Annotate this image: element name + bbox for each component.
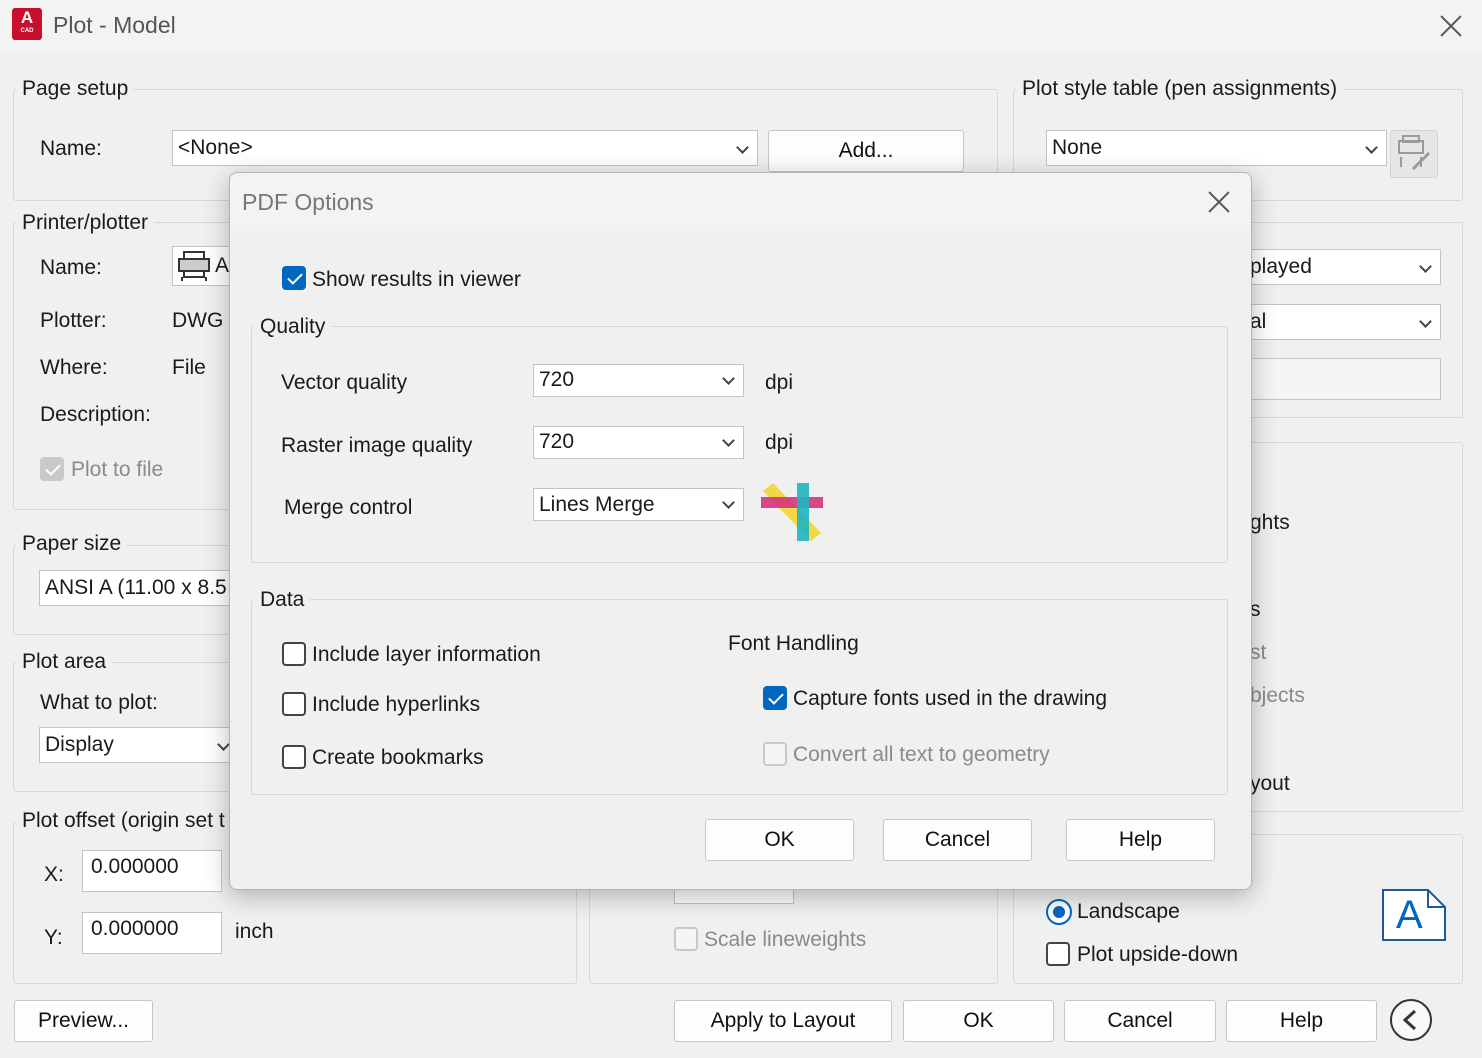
where-label: Where:: [40, 356, 108, 379]
chevron-down-icon: [1419, 315, 1432, 328]
page-setup-label: Page setup: [16, 77, 135, 101]
orientation-preview-icon: A: [1382, 889, 1446, 941]
printer-label: Printer/plotter: [16, 211, 155, 235]
autocad-app-icon: A CAD: [12, 8, 42, 40]
paper-size-dropdown[interactable]: ANSI A (11.00 x 8.5: [39, 570, 253, 606]
window-title: Plot - Model: [53, 12, 176, 38]
lines-merge-icon: [761, 483, 823, 541]
what-to-plot-dropdown[interactable]: Display: [39, 727, 239, 763]
include-hyperlinks-checkbox[interactable]: [282, 692, 306, 716]
merge-control-label: Merge control: [284, 496, 413, 519]
scale-lineweights-label: Scale lineweights: [704, 928, 867, 951]
dpi-field[interactable]: [1244, 358, 1441, 400]
landscape-radio[interactable]: [1046, 899, 1072, 925]
offset-y-input[interactable]: 0.000000: [82, 912, 222, 954]
offset-x-input[interactable]: 0.000000: [82, 850, 222, 892]
help-button[interactable]: Help: [1226, 1000, 1377, 1042]
chevron-down-icon: [722, 496, 735, 509]
page-setup-name-dropdown[interactable]: <None>: [172, 130, 758, 166]
collapse-options-button[interactable]: [1390, 999, 1432, 1041]
vector-quality-dropdown[interactable]: 720: [533, 364, 744, 397]
plot-area-label: Plot area: [16, 650, 113, 674]
plot-offset-label: Plot offset (origin set t: [16, 809, 231, 833]
chevron-down-icon: [217, 738, 230, 751]
plot-style-dropdown[interactable]: None: [1046, 130, 1387, 166]
pdf-options-title: PDF Options: [242, 189, 374, 215]
include-layer-info-label: Include layer information: [312, 643, 541, 666]
vector-quality-label: Vector quality: [281, 371, 408, 394]
where-value: File: [172, 356, 206, 379]
page-setup-name-label: Name:: [40, 137, 102, 160]
plot-to-file-label: Plot to file: [71, 458, 164, 481]
pdf-cancel-button[interactable]: Cancel: [883, 819, 1032, 861]
paper-size-label: Paper size: [16, 532, 128, 556]
include-hyperlinks-label: Include hyperlinks: [312, 693, 481, 716]
data-label: Data: [254, 588, 311, 612]
show-results-checkbox[interactable]: [282, 266, 306, 290]
landscape-label: Landscape: [1077, 900, 1180, 923]
include-layer-info-checkbox[interactable]: [282, 642, 306, 666]
plot-upside-down-label: Plot upside-down: [1077, 943, 1239, 966]
capture-fonts-checkbox[interactable]: [763, 686, 787, 710]
close-icon[interactable]: [1439, 14, 1463, 38]
capture-fonts-label: Capture fonts used in the drawing: [793, 687, 1108, 710]
raster-dpi-label: dpi: [765, 431, 794, 454]
cancel-button[interactable]: Cancel: [1064, 1000, 1216, 1042]
what-to-plot-label: What to plot:: [40, 691, 158, 714]
add-page-setup-button[interactable]: Add...: [768, 130, 964, 172]
plotter-label: Plotter:: [40, 309, 107, 332]
chevron-down-icon: [722, 434, 735, 447]
chevron-down-icon: [736, 141, 749, 154]
chevron-down-icon: [1419, 260, 1432, 273]
raster-quality-dropdown[interactable]: 720: [533, 426, 744, 459]
plot-style-edit-button[interactable]: [1390, 130, 1438, 178]
pdf-ok-button[interactable]: OK: [705, 819, 854, 861]
offset-x-label: X:: [44, 863, 64, 886]
plot-upside-down-checkbox[interactable]: [1046, 942, 1070, 966]
plot-to-file-checkbox[interactable]: [40, 457, 64, 481]
pdf-help-button[interactable]: Help: [1066, 819, 1215, 861]
description-label: Description:: [40, 403, 151, 426]
preview-button[interactable]: Preview...: [14, 1000, 153, 1042]
show-results-label: Show results in viewer: [312, 268, 521, 291]
chevron-down-icon: [1365, 141, 1378, 154]
plot-style-edit-icon: [1398, 135, 1431, 171]
paperspace-last-label: st: [1250, 641, 1267, 664]
printer-name-label: Name:: [40, 256, 102, 279]
quality-dropdown[interactable]: al: [1244, 304, 1441, 340]
shade-plot-dropdown[interactable]: played: [1244, 249, 1441, 285]
close-icon[interactable]: [1207, 190, 1231, 214]
ok-button[interactable]: OK: [903, 1000, 1054, 1042]
plot-style-label: Plot style table (pen assignments): [1016, 77, 1344, 101]
plot-lineweights-label: ghts: [1250, 511, 1290, 534]
vector-dpi-label: dpi: [765, 371, 794, 394]
hide-objects-label: bjects: [1250, 684, 1305, 707]
create-bookmarks-checkbox[interactable]: [282, 745, 306, 769]
chevron-down-icon: [722, 372, 735, 385]
quality-label: Quality: [254, 315, 332, 339]
printer-icon: [178, 251, 210, 281]
convert-text-label: Convert all text to geometry: [793, 743, 1050, 766]
chevron-left-icon: [1402, 1009, 1417, 1031]
font-handling-label: Font Handling: [728, 632, 859, 655]
save-changes-layout-label: yout: [1250, 772, 1290, 795]
offset-y-label: Y:: [44, 926, 63, 949]
merge-control-dropdown[interactable]: Lines Merge: [533, 488, 744, 521]
create-bookmarks-label: Create bookmarks: [312, 746, 484, 769]
raster-quality-label: Raster image quality: [281, 434, 473, 457]
pdf-options-dialog: PDF Options Show results in viewer Quali…: [229, 172, 1252, 890]
scale-lineweights-checkbox[interactable]: [674, 927, 698, 951]
convert-text-checkbox[interactable]: [763, 742, 787, 766]
offset-unit-label: inch: [235, 920, 274, 943]
apply-to-layout-button[interactable]: Apply to Layout: [674, 1000, 892, 1042]
printer-name-value: A: [215, 254, 230, 277]
title-bar: [0, 0, 1482, 52]
